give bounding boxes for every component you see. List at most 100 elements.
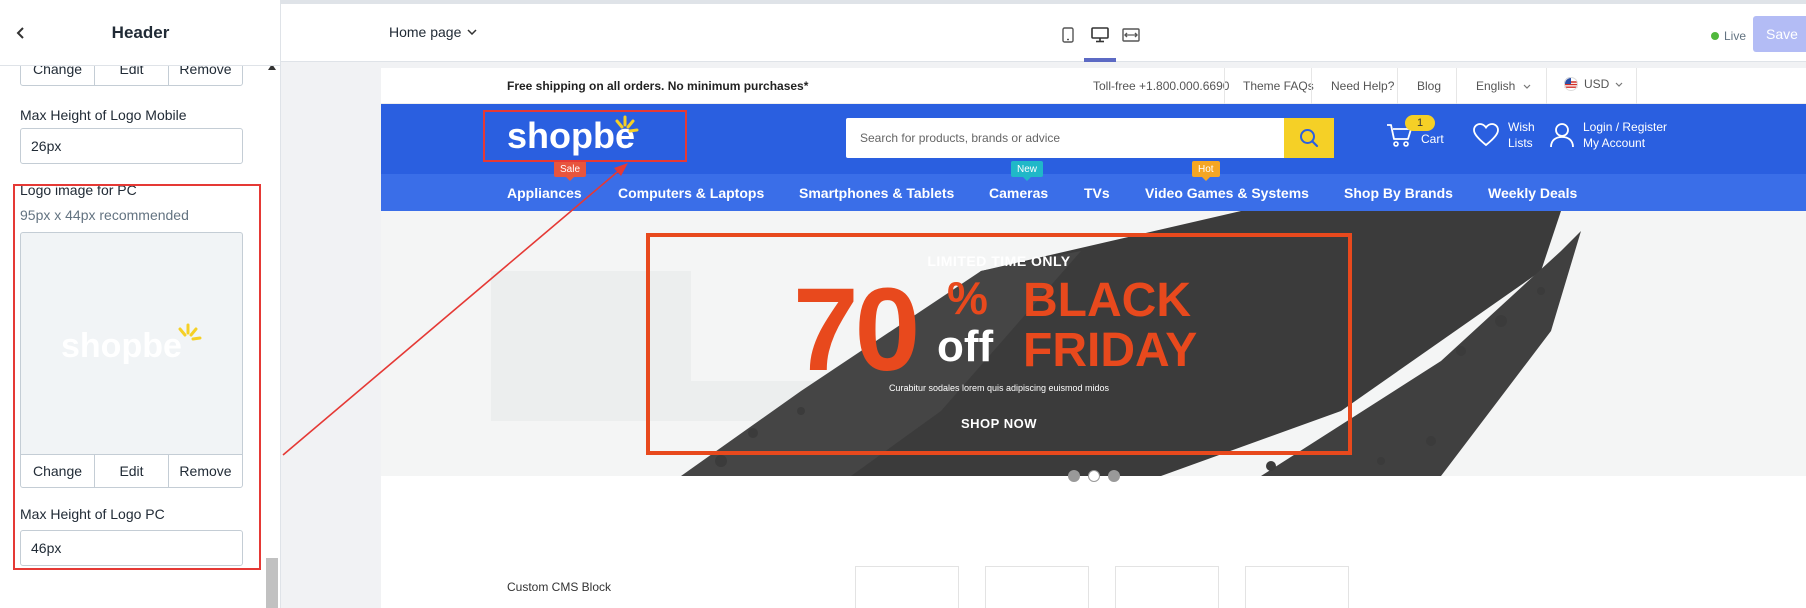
promo-black-text: BLACK: [1023, 274, 1191, 327]
mobile-view-button[interactable]: [1057, 24, 1079, 46]
account-text: Login / Register My Account: [1583, 119, 1667, 151]
live-label: Live: [1724, 29, 1747, 43]
top-announcement-bar: Free shipping on all orders. No minimum …: [381, 68, 1806, 104]
new-tag: New: [1011, 161, 1044, 181]
wishlist-text: Wish Lists: [1508, 119, 1535, 151]
fullscreen-view-button[interactable]: [1120, 24, 1142, 46]
pc-logo-edit-button[interactable]: Edit: [95, 455, 169, 487]
pc-logo-preview[interactable]: shopbe: [20, 232, 243, 454]
sidebar-scroll-area[interactable]: Change Edit Remove Max Height of Logo Mo…: [0, 52, 264, 608]
pc-logo-remove-button[interactable]: Remove: [169, 455, 242, 487]
chevron-down-icon: [1615, 82, 1623, 87]
search-input[interactable]: Search for products, brands or advice: [846, 118, 1284, 158]
nav-item-cameras[interactable]: Cameras: [989, 185, 1048, 201]
slider-dot-2[interactable]: [1087, 470, 1100, 482]
language-selector[interactable]: English: [1476, 79, 1531, 93]
user-icon: [1550, 123, 1574, 148]
account-line1: Login / Register: [1583, 120, 1668, 134]
mobile-max-height-label: Max Height of Logo Mobile: [20, 107, 187, 123]
cart-count-badge: 1: [1405, 115, 1435, 131]
page-selector[interactable]: Home page: [389, 24, 477, 40]
promo-subtitle: Curabitur sodales lorem quis adipiscing …: [888, 383, 1110, 393]
promo-off-text: off: [937, 322, 994, 371]
nav-item-shop-by-brands[interactable]: Shop By Brands: [1344, 185, 1453, 201]
sun-rays-icon: [178, 323, 201, 340]
chevron-down-icon: [467, 29, 477, 35]
nav-item-computers[interactable]: Computers & Laptops: [618, 185, 764, 201]
cms-block-label: Custom CMS Block: [507, 580, 612, 594]
divider: [1397, 68, 1398, 104]
sidebar-scrollbar[interactable]: [264, 66, 280, 608]
nav-item-appliances[interactable]: Appliances: [507, 185, 582, 201]
nav-item-tvs[interactable]: TVs: [1084, 185, 1110, 201]
cart-label: Cart: [1421, 132, 1444, 146]
desktop-view-button[interactable]: [1089, 24, 1111, 46]
divider: [1224, 68, 1225, 104]
scrollbar-thumb[interactable]: [266, 558, 278, 608]
chevron-down-icon: [1523, 84, 1531, 89]
main-navigation: Appliances Computers & Laptops Smartphon…: [381, 174, 1806, 211]
desktop-icon: [1091, 27, 1109, 43]
tollfree-text: Toll-free +1.800.000.6690: [1093, 79, 1230, 93]
currency-selector[interactable]: USD: [1564, 77, 1623, 91]
cms-card[interactable]: [855, 566, 959, 608]
wishlist-button[interactable]: Wish Lists: [1472, 119, 1535, 151]
mobile-max-height-input[interactable]: 26px: [20, 128, 243, 164]
limited-time-text: LIMITED TIME ONLY: [927, 253, 1071, 269]
nav-item-smartphones[interactable]: Smartphones & Tablets: [799, 185, 954, 201]
nav-item-video-games[interactable]: Video Games & Systems: [1145, 185, 1309, 201]
cms-card[interactable]: [985, 566, 1089, 608]
heart-icon: [1473, 123, 1499, 147]
account-line2: My Account: [1583, 136, 1646, 150]
search-icon: [1300, 129, 1319, 148]
fullscreen-icon: [1122, 28, 1140, 42]
us-flag-icon: [1564, 77, 1578, 91]
live-status: Live: [1711, 29, 1746, 43]
save-button[interactable]: Save: [1753, 16, 1806, 52]
settings-sidebar: Change Edit Remove Max Height of Logo Mo…: [0, 0, 281, 608]
slider-dot-3[interactable]: [1107, 470, 1120, 482]
highlight-box-site-logo: [483, 110, 687, 162]
site-search: Search for products, brands or advice: [846, 118, 1334, 158]
currency-label: USD: [1584, 77, 1610, 91]
cms-card[interactable]: [1245, 566, 1349, 608]
sidebar-title: Header: [111, 23, 170, 42]
wishlist-line1: Wish: [1508, 120, 1535, 134]
divider: [1546, 68, 1547, 104]
promo-percent-value: 70: [793, 264, 920, 396]
divider: [1311, 68, 1312, 104]
pc-max-height-label: Max Height of Logo PC: [20, 506, 165, 522]
pc-logo-help: 95px x 44px recommended: [20, 207, 189, 223]
slider-dot-1[interactable]: [1067, 470, 1080, 482]
search-button[interactable]: [1284, 118, 1334, 158]
sale-tag: Sale: [554, 161, 587, 181]
language-label: English: [1476, 79, 1516, 93]
blog-link[interactable]: Blog: [1417, 79, 1441, 93]
preview-logo-text: shopbe: [61, 327, 182, 365]
promo-friday-text: FRIDAY: [1023, 324, 1198, 377]
nav-item-weekly-deals[interactable]: Weekly Deals: [1488, 185, 1577, 201]
wishlist-line2: Lists: [1508, 136, 1533, 150]
preview-canvas: Free shipping on all orders. No minimum …: [281, 62, 1806, 608]
account-button[interactable]: Login / Register My Account: [1549, 119, 1667, 151]
pc-logo-actions: Change Edit Remove: [20, 454, 243, 488]
hot-tag: Hot: [1192, 161, 1220, 181]
theme-editor: Change Edit Remove Max Height of Logo Mo…: [0, 0, 1806, 608]
free-shipping-text: Free shipping on all orders. No minimum …: [507, 79, 809, 93]
slider-dots: [381, 470, 1806, 482]
need-help-link[interactable]: Need Help?: [1331, 79, 1394, 93]
divider: [1636, 68, 1637, 104]
shop-now-button[interactable]: SHOP NOW: [646, 416, 1352, 431]
hero-banner[interactable]: LIMITED TIME ONLY 70 % off BLACK FRIDAY …: [381, 211, 1806, 476]
shopbe-logo-preview-icon: shopbe: [61, 323, 201, 365]
page-selector-label: Home page: [389, 24, 462, 40]
editor-toolbar: Home page Live Save: [281, 0, 1806, 62]
pc-logo-label: Logo image for PC: [20, 182, 137, 198]
cms-card[interactable]: [1115, 566, 1219, 608]
sidebar-header: Header: [0, 0, 280, 66]
pc-max-height-input[interactable]: 46px: [20, 530, 243, 566]
promo-percent-sign: %: [947, 272, 988, 324]
pc-logo-change-button[interactable]: Change: [21, 455, 95, 487]
divider: [1456, 68, 1457, 104]
theme-faqs-link[interactable]: Theme FAQs: [1243, 79, 1314, 93]
